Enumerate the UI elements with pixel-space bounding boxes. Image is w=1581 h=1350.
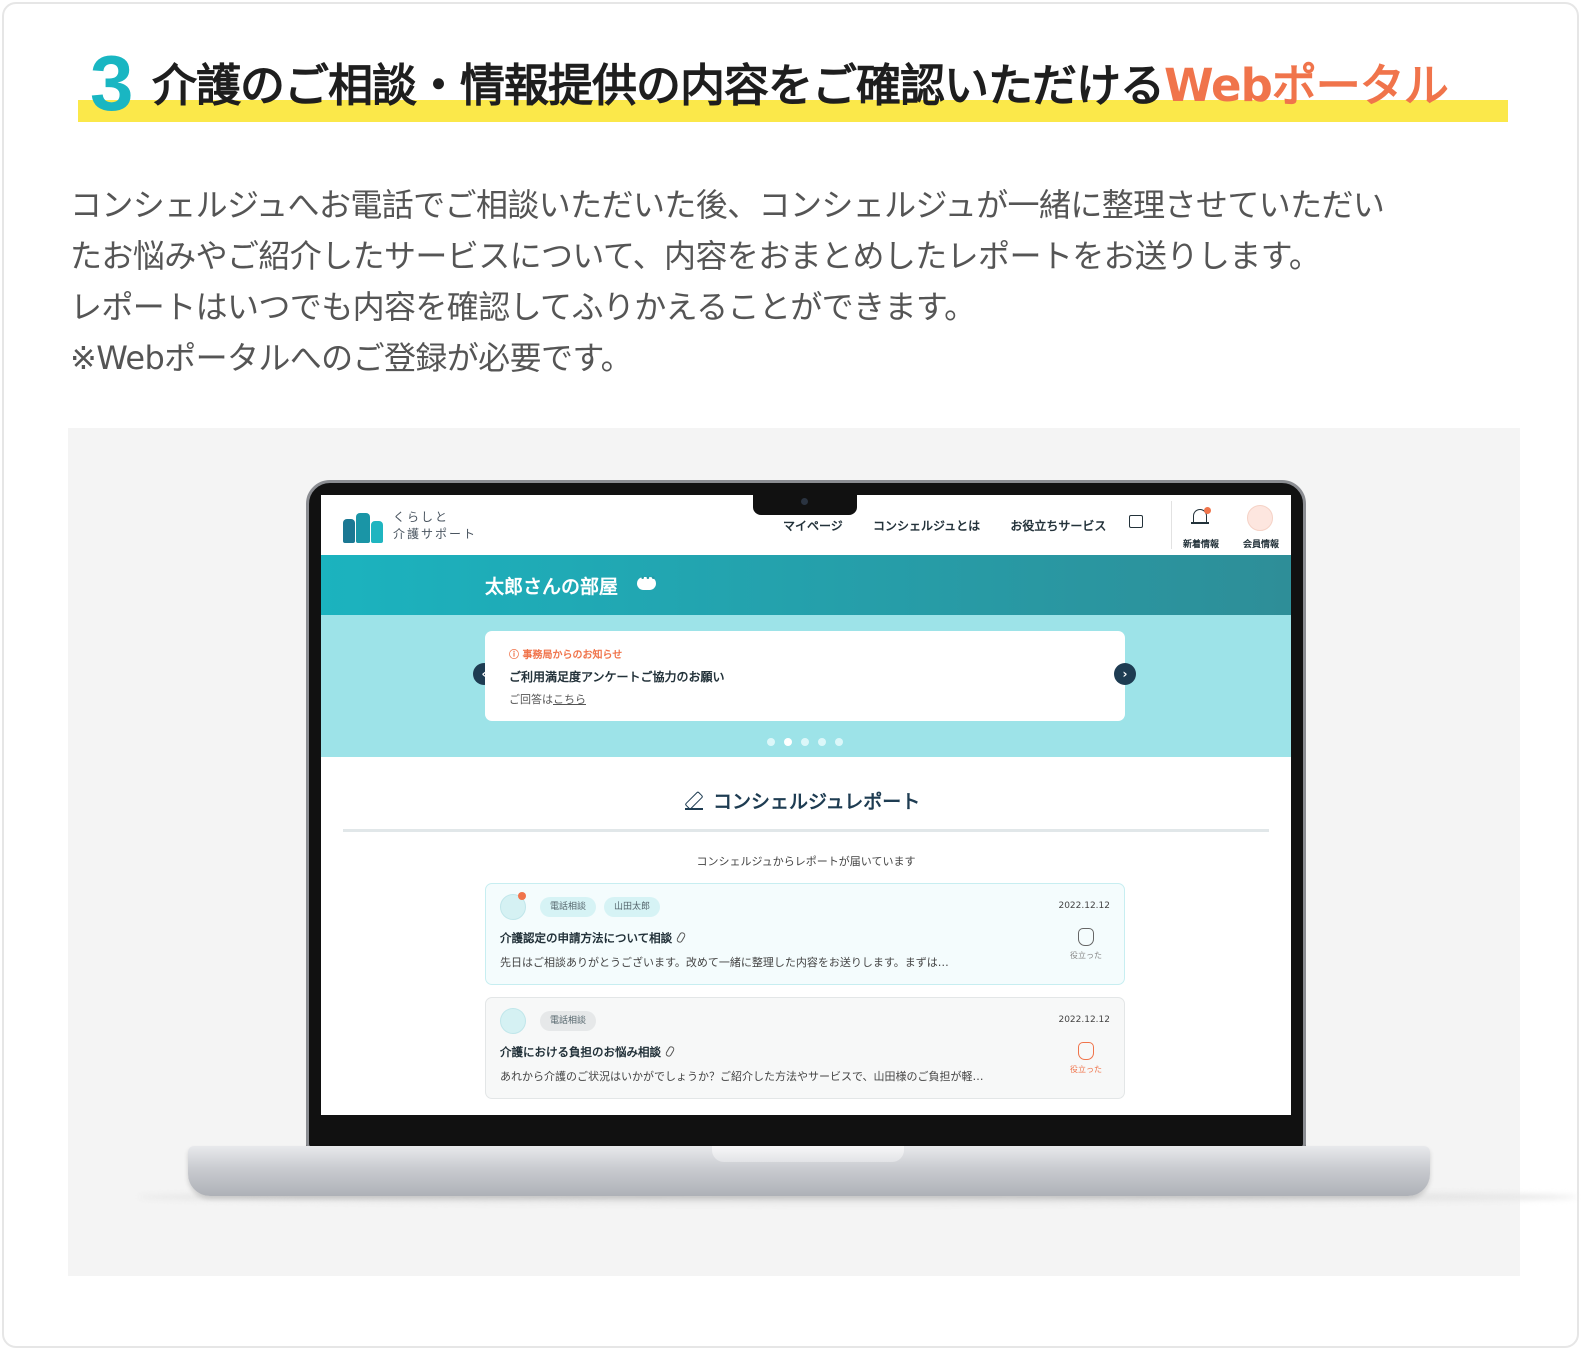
laptop-base [188,1146,1430,1196]
headline-number: 3 [90,39,134,127]
carousel-dot[interactable] [801,738,809,746]
nav-about-concierge[interactable]: コンシェルジュとは [873,519,980,533]
carousel-dot-active[interactable] [784,738,792,746]
report-body: 先日はご相談ありがとうございます。改めて一緒に整理した内容をお送りします。まずは… [500,956,949,969]
header-divider [1171,501,1172,549]
notice-link[interactable]: こちら [553,693,586,706]
notice-title: ご利用満足度アンケートご協力のお願い [509,670,725,684]
camera-notch [753,491,857,515]
headline-accent: Webポータル [1164,59,1449,112]
chip-call: 電話相談 [540,1011,597,1031]
headline: 3 介護のご相談・情報提供の内容をご確認いただけるWebポータル [78,42,1508,124]
helpful-label: 役立った [1070,951,1102,960]
nav-mypage[interactable]: マイページ [783,519,843,533]
report-lead: コンシェルジュからレポートが届いています [696,855,916,868]
report-date: 2022.12.12 [1058,901,1110,911]
pen-icon [685,792,703,810]
logo-text[interactable]: くらしと 介護サポート [393,509,477,543]
notice-carousel: ‹ ⓘ 事務局からのお知らせ ご利用満足度アンケートご協力のお願い ご回答はこち… [321,615,1291,757]
laptop-lid: くらしと 介護サポート マイページ コンシェルジュとは お役立ちサービス 新着情… [306,480,1306,1150]
report-heading-text: コンシェルジュレポート [713,791,921,813]
description-line: レポートはいつでも内容を確認してふりかえることができます。 [70,288,976,326]
logo-line1: くらしと [393,510,450,524]
clap-icon [1078,928,1094,946]
bell-icon[interactable] [1191,507,1211,527]
carousel-dots [767,731,852,750]
description-line: たお悩みやご紹介したサービスについて、内容をおまとめしたレポートをお送りします。 [70,237,1321,275]
carousel-dot[interactable] [767,738,775,746]
global-nav: マイページ コンシェルジュとは お役立ちサービス [783,517,1132,534]
showcase-stage: くらしと 介護サポート マイページ コンシェルジュとは お役立ちサービス 新着情… [68,428,1578,1276]
description: コンシェルジュへお電話でご相談いただいた後、コンシェルジュが一緒に整理させていた… [70,180,1530,384]
member-avatar[interactable] [1247,505,1273,531]
report-title: 介護における負担のお悩み相談 [500,1044,676,1060]
card-frame: 3 介護のご相談・情報提供の内容をご確認いただけるWebポータル コンシェルジュ… [2,2,1579,1348]
report-title-text: 介護認定の申請方法について相談 [500,931,673,945]
section-divider [343,829,1269,832]
laptop-opening-notch [712,1146,904,1162]
helpful-button-active[interactable]: 役立った [1066,1042,1106,1075]
logo-icon[interactable] [343,509,383,543]
carousel-dot[interactable] [818,738,826,746]
more-icon[interactable] [637,574,656,590]
report-section-heading: コンシェルジュレポート [685,787,920,814]
notice-card[interactable]: ⓘ 事務局からのお知らせ ご利用満足度アンケートご協力のお願い ご回答はこちら [485,631,1125,721]
member-label[interactable]: 会員情報 [1243,537,1279,550]
notice-sub-prefix: ご回答は [509,693,553,706]
paperclip-icon [675,931,687,944]
room-header: 太郎さんの部屋 [321,555,1291,615]
helpful-label: 役立った [1070,1065,1102,1074]
report-date: 2022.12.12 [1058,1015,1110,1025]
unread-dot [518,892,526,900]
concierge-avatar [500,1008,526,1034]
laptop-screen: くらしと 介護サポート マイページ コンシェルジュとは お役立ちサービス 新着情… [321,495,1291,1115]
report-title: 介護認定の申請方法について相談 [500,930,687,946]
report-body: あれから介護のご状況はいかがでしょうか？ご紹介した方法やサービスで、山田様のご負… [500,1070,984,1083]
nav-useful-services[interactable]: お役立ちサービス [1010,519,1106,533]
chip-name: 山田太郎 [604,897,661,917]
clap-icon [1078,1042,1094,1060]
report-card[interactable]: 電話相談 山田太郎 2022.12.12 介護認定の申請方法について相談 先日は… [485,883,1125,985]
description-line: ※Webポータルへのご登録が必要です。 [70,339,633,377]
helpful-button[interactable]: 役立った [1066,928,1106,961]
carousel-next-button[interactable]: › [1114,663,1136,685]
logo-line2: 介護サポート [393,527,478,541]
chat-icon[interactable] [1129,515,1143,528]
paperclip-icon [664,1045,676,1058]
report-card[interactable]: 電話相談 2022.12.12 介護における負担のお悩み相談 あれから介護のご状… [485,997,1125,1099]
headline-text: 介護のご相談・情報提供の内容をご確認いただけるWebポータル [152,58,1449,114]
carousel-dot[interactable] [835,738,843,746]
description-line: コンシェルジュへお電話でご相談いただいた後、コンシェルジュが一緒に整理させていた… [70,186,1385,224]
news-label[interactable]: 新着情報 [1183,537,1219,550]
notice-sub: ご回答はこちら [509,691,586,707]
room-title: 太郎さんの部屋 [485,576,619,598]
headline-main: 介護のご相談・情報提供の内容をご確認いただける [152,59,1165,112]
report-title-text: 介護における負担のお悩み相談 [500,1045,661,1059]
notification-dot [1204,507,1211,514]
notice-tag: ⓘ 事務局からのお知らせ [509,650,623,661]
chip-call: 電話相談 [540,897,597,917]
